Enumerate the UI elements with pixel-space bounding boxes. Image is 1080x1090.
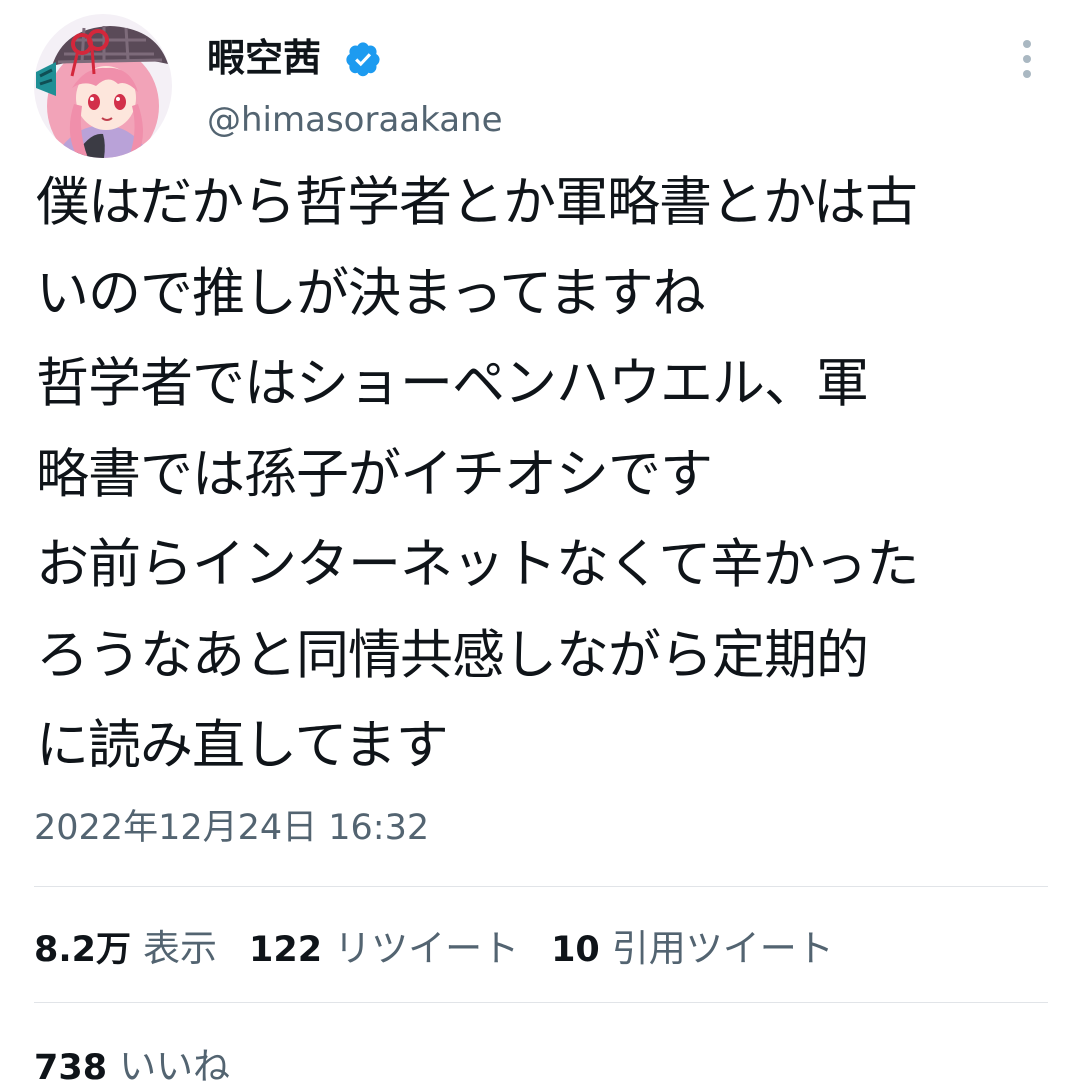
tweet-line: ろうなあと同情共感しながら定期的 [36, 624, 869, 686]
quotes-stat[interactable]: 10 引用ツイート [551, 918, 834, 972]
retweets-count: 122 [249, 930, 323, 970]
user-handle[interactable]: @himasoraakane [207, 98, 503, 142]
tweet-line: いので推しが決まってますね [36, 262, 706, 324]
divider [34, 886, 1048, 887]
tweet-line: 哲学者ではショーペンハウエル、軍 [36, 353, 869, 414]
retweets-label: リツイート [334, 927, 520, 970]
tweet-stats: 8.2万 表示 122 リツイート 10 引用ツイート [34, 918, 866, 970]
more-vertical-icon[interactable] [1010, 38, 1044, 80]
likes-stat[interactable]: 738 いいね [34, 1036, 230, 1090]
tweet-line: に読み直してます [36, 715, 449, 776]
display-name[interactable]: 暇空茜 [207, 34, 321, 82]
views-label: 表示 [143, 927, 218, 970]
likes-label: いいね [119, 1045, 231, 1088]
tweet-timestamp[interactable]: 2022年12月24日 16:32 [34, 804, 429, 852]
verified-badge-icon [346, 42, 380, 77]
tweet-line: 略書では孫子がイチオシです [36, 443, 713, 505]
tweet-line: 僕はだから哲学者とか軍略書とかは古 [36, 172, 918, 233]
quotes-label: 引用ツイート [611, 927, 834, 970]
views-count: 8.2万 [34, 930, 132, 970]
likes-count: 738 [34, 1048, 108, 1088]
views-stat[interactable]: 8.2万 表示 [34, 918, 217, 972]
retweets-stat[interactable]: 122 リツイート [249, 918, 519, 972]
tweet-text: 僕はだから哲学者とか軍略書とかは古 いので推しが決まってますね 哲学者ではショー… [36, 158, 1066, 792]
quotes-count: 10 [551, 930, 600, 970]
avatar[interactable] [34, 14, 172, 158]
avatar-image [34, 14, 172, 158]
divider [34, 1002, 1048, 1003]
tweet-line: お前らインターネットなくて辛かった [36, 534, 919, 595]
